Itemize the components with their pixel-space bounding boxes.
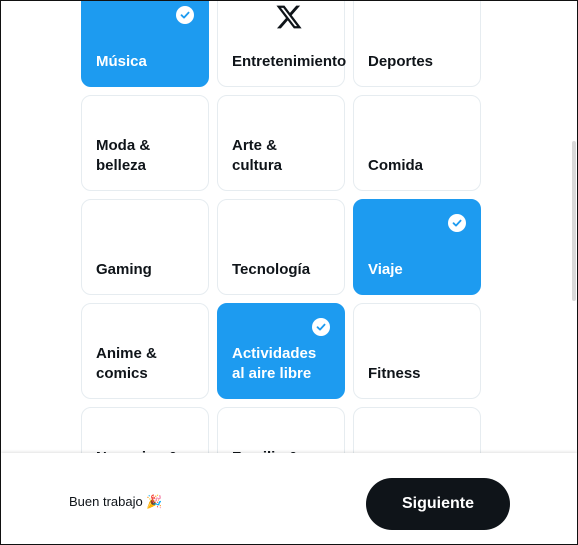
topic-tile[interactable]: Tecnología [217, 199, 345, 295]
topic-label: Música [96, 53, 147, 70]
next-button[interactable]: Siguiente [366, 478, 510, 530]
topic-label: Comida [368, 157, 424, 174]
scrollbar-thumb[interactable] [572, 141, 576, 301]
topic-picker-dialog: Música Entretenimiento Deportes Moda & bell… [0, 0, 578, 545]
topic-label: Moda & belleza [96, 137, 151, 174]
topic-tile[interactable]: Actividades al aire libre [217, 303, 345, 399]
topic-tile[interactable]: Deportes [353, 1, 481, 87]
footer-message: Buen trabajo 🎉 [69, 494, 163, 509]
topic-label: Entretenimiento [232, 53, 347, 70]
topic-tile[interactable]: Gaming [81, 199, 209, 295]
topic-tile[interactable]: Moda & belleza [81, 95, 209, 191]
topic-label: Viaje [368, 261, 403, 278]
topic-tile[interactable]: Comida [353, 95, 481, 191]
scrollbar[interactable] [571, 1, 577, 453]
checkmark-icon [312, 318, 330, 336]
topic-label: Anime & comics [96, 345, 157, 382]
topic-tile[interactable]: Arte & cultura [217, 95, 345, 191]
topic-label: Gaming [96, 261, 152, 278]
footer-bar: Buen trabajo 🎉 Siguiente [1, 453, 577, 544]
topic-tile[interactable]: Viaje [353, 199, 481, 295]
topic-label: Actividades al aire libre [232, 345, 317, 382]
topic-grid: Música Entretenimiento Deportes Moda & bell… [81, 1, 481, 503]
topic-label: Arte & cultura [232, 137, 283, 174]
topic-label: Tecnología [232, 261, 311, 278]
topic-label: Deportes [368, 53, 434, 70]
x-logo-icon [274, 3, 304, 31]
checkmark-icon [448, 214, 466, 232]
checkmark-icon [176, 6, 194, 24]
topic-tile[interactable]: Anime & comics [81, 303, 209, 399]
topic-tile[interactable]: Fitness [353, 303, 481, 399]
topic-tile[interactable]: Música [81, 1, 209, 87]
topic-label: Fitness [368, 365, 421, 382]
